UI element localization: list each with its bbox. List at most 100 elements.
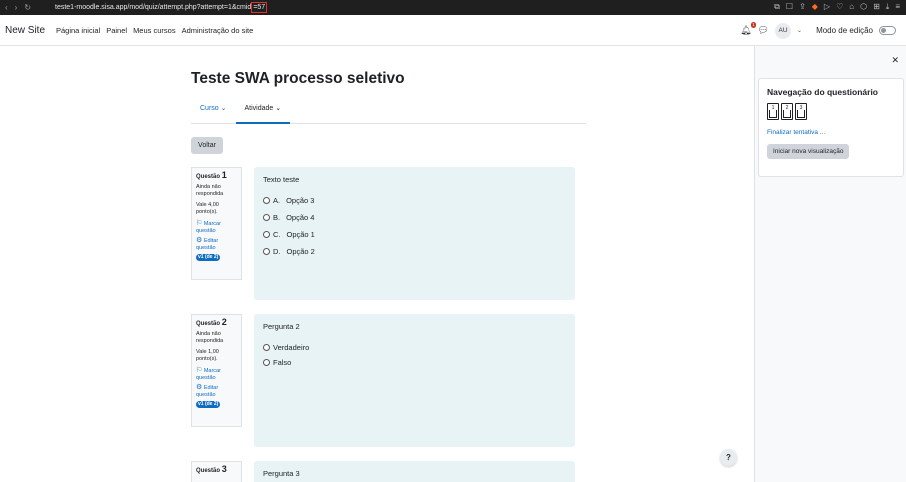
messages-icon[interactable]: 💬︎	[758, 25, 769, 36]
question-grade: Vale 1,00 ponto(s).	[196, 349, 219, 362]
version-badge: v1 (de 2)	[196, 401, 221, 408]
edit-mode-toggle[interactable]	[879, 26, 896, 35]
flag-question-link[interactable]: ⚐ Marcar questão	[196, 367, 237, 382]
start-new-preview-button[interactable]: Iniciar nova visualização	[767, 144, 850, 159]
nav-link-dashboard[interactable]: Painel	[106, 26, 127, 35]
question-label: Questão	[196, 321, 221, 327]
answer-text: Falso	[273, 358, 292, 367]
answer-option[interactable]: C. Opção 1	[263, 230, 566, 239]
tab-course[interactable]: Curso ⌄	[191, 100, 236, 124]
notification-count-badge: 1	[751, 22, 756, 28]
question-state: Ainda não respondida	[196, 184, 224, 197]
radio-button[interactable]	[263, 359, 270, 366]
answer-option[interactable]: A. Opção 3	[263, 196, 566, 205]
nav-link-home[interactable]: Página inicial	[56, 26, 100, 35]
answer-option[interactable]: B. Opção 4	[263, 213, 566, 222]
question-content-2: Pergunta 2 Verdadeiro Falso	[254, 314, 575, 447]
edit-question-link[interactable]: ⚙ Editar questão	[196, 237, 237, 252]
back-arrow-icon[interactable]: ‹	[5, 3, 8, 12]
answer-letter: D.	[273, 247, 281, 256]
back-button[interactable]: Voltar	[191, 137, 223, 154]
radio-button[interactable]	[263, 214, 270, 221]
extensions-icon[interactable]: ⬡	[860, 2, 867, 12]
share-icon[interactable]: ⇪	[799, 2, 806, 12]
tabs-icon[interactable]: ⌂	[849, 2, 854, 12]
flag-question-link[interactable]: ⚐ Marcar questão	[196, 220, 237, 235]
heart-icon[interactable]: ♡	[836, 2, 843, 12]
flag-icon: ⚐	[196, 220, 203, 227]
radio-button[interactable]	[263, 344, 270, 351]
nav-link-site-admin[interactable]: Administração do site	[182, 26, 254, 35]
edit-mode-label: Modo de edição	[816, 26, 873, 35]
answer-text: Opção 1	[286, 230, 315, 239]
question-content-1: Texto teste A. Opção 3 B. Opção 4 C. Opção …	[254, 167, 575, 300]
menu-icon[interactable]: ≡	[895, 2, 900, 12]
quiz-navigation-drawer: ✕ Navegação do questionário 1 2 3 Finali…	[754, 46, 906, 482]
radio-button[interactable]	[263, 248, 270, 255]
quiz-navigation-title: Navegação do questionário	[767, 87, 878, 97]
secondary-navigation: Curso ⌄ Atividade ⌄	[191, 100, 586, 124]
navbar-user-area: 🔔︎ 1 💬︎ AU ⌄ Modo de edição	[740, 15, 896, 46]
download-icon[interactable]: ⤓	[886, 2, 890, 12]
answer-text: Verdadeiro	[273, 343, 310, 352]
finish-attempt-link[interactable]: Finalizar tentativa ...	[767, 129, 895, 136]
help-button[interactable]: ?	[720, 449, 737, 466]
answer-option[interactable]: Falso	[263, 358, 566, 367]
question-nav-button-1[interactable]: 1	[767, 103, 779, 120]
url-highlight: =57	[251, 2, 268, 13]
browser-nav-buttons: ‹ › ↻	[0, 3, 55, 12]
question-label: Questão	[196, 174, 221, 180]
rewards-icon[interactable]: ▷	[824, 2, 830, 12]
site-name[interactable]: New Site	[0, 25, 56, 36]
notification-bell-icon[interactable]: 🔔︎ 1	[740, 22, 756, 36]
answer-letter: C.	[273, 230, 281, 239]
answer-letter: A.	[273, 196, 281, 205]
pip-icon[interactable]: ⧉	[774, 2, 780, 12]
question-number: Questão 3	[196, 464, 237, 475]
quiz-navigation-block: Navegação do questionário 1 2 3 Finaliza…	[758, 78, 904, 177]
question-nav-button-2[interactable]: 2	[781, 103, 793, 120]
gear-icon: ⚙	[196, 237, 203, 244]
question-number-value: 3	[221, 464, 227, 474]
address-bar[interactable]: teste1-moodle.sisa.app/mod/quiz/attempt.…	[55, 2, 268, 14]
tab-course-label: Curso	[200, 105, 219, 112]
question-label: Questão	[196, 468, 221, 474]
answer-text: Opção 3	[286, 196, 315, 205]
user-avatar[interactable]: AU	[775, 22, 792, 39]
forward-arrow-icon[interactable]: ›	[15, 3, 18, 12]
chevron-down-icon: ⌄	[220, 105, 227, 112]
browser-extension-icons: ⧉ ☐ ⇪ ◆ ▷ ♡ ⌂ ⬡ ⊞ ⤓ ≡	[774, 2, 900, 12]
browser-toolbar: ‹ › ↻ teste1-moodle.sisa.app/mod/quiz/at…	[0, 0, 906, 15]
question-info-3: Questão 3	[191, 461, 242, 482]
bookmark-icon[interactable]: ☐	[786, 2, 793, 12]
answer-text: Opção 4	[286, 213, 315, 222]
flag-icon: ⚐	[196, 367, 203, 374]
question-nav-button-3[interactable]: 3	[795, 103, 807, 120]
question-nav-buttons: 1 2 3	[767, 103, 895, 120]
brave-shield-icon[interactable]: ◆	[812, 2, 818, 12]
nav-link-my-courses[interactable]: Meus cursos	[133, 26, 176, 35]
question-text: Texto teste	[263, 175, 300, 184]
question-content-3: Pergunta 3	[254, 461, 575, 482]
radio-button[interactable]	[263, 197, 270, 204]
page-title: Teste SWA processo seletivo	[191, 70, 405, 87]
radio-button[interactable]	[263, 231, 270, 238]
question-text: Pergunta 3	[263, 469, 300, 478]
question-number: Questão 2	[196, 318, 237, 328]
question-info-2: Questão 2 Ainda não respondida Vale 1,00…	[191, 314, 242, 427]
question-number: Questão 1	[196, 171, 237, 181]
tab-activity[interactable]: Atividade ⌄	[235, 100, 291, 124]
primary-navigation: Página inicial Painel Meus cursos Admini…	[56, 26, 253, 35]
answer-letter: B.	[273, 213, 281, 222]
wallet-icon[interactable]: ⊞	[873, 2, 880, 12]
top-navbar: New Site Página inicial Painel Meus curs…	[0, 15, 906, 46]
edit-question-link[interactable]: ⚙ Editar questão	[196, 384, 237, 399]
answer-option[interactable]: Verdadeiro	[263, 343, 566, 352]
question-text: Pergunta 2	[263, 322, 300, 331]
close-icon[interactable]: ✕	[891, 55, 899, 66]
user-menu-chevron-down-icon[interactable]: ⌄	[797, 27, 802, 34]
chevron-down-icon: ⌄	[275, 105, 282, 112]
answer-option[interactable]: D. Opção 2	[263, 247, 566, 256]
reload-icon[interactable]: ↻	[24, 3, 31, 12]
gear-icon: ⚙	[196, 384, 203, 391]
